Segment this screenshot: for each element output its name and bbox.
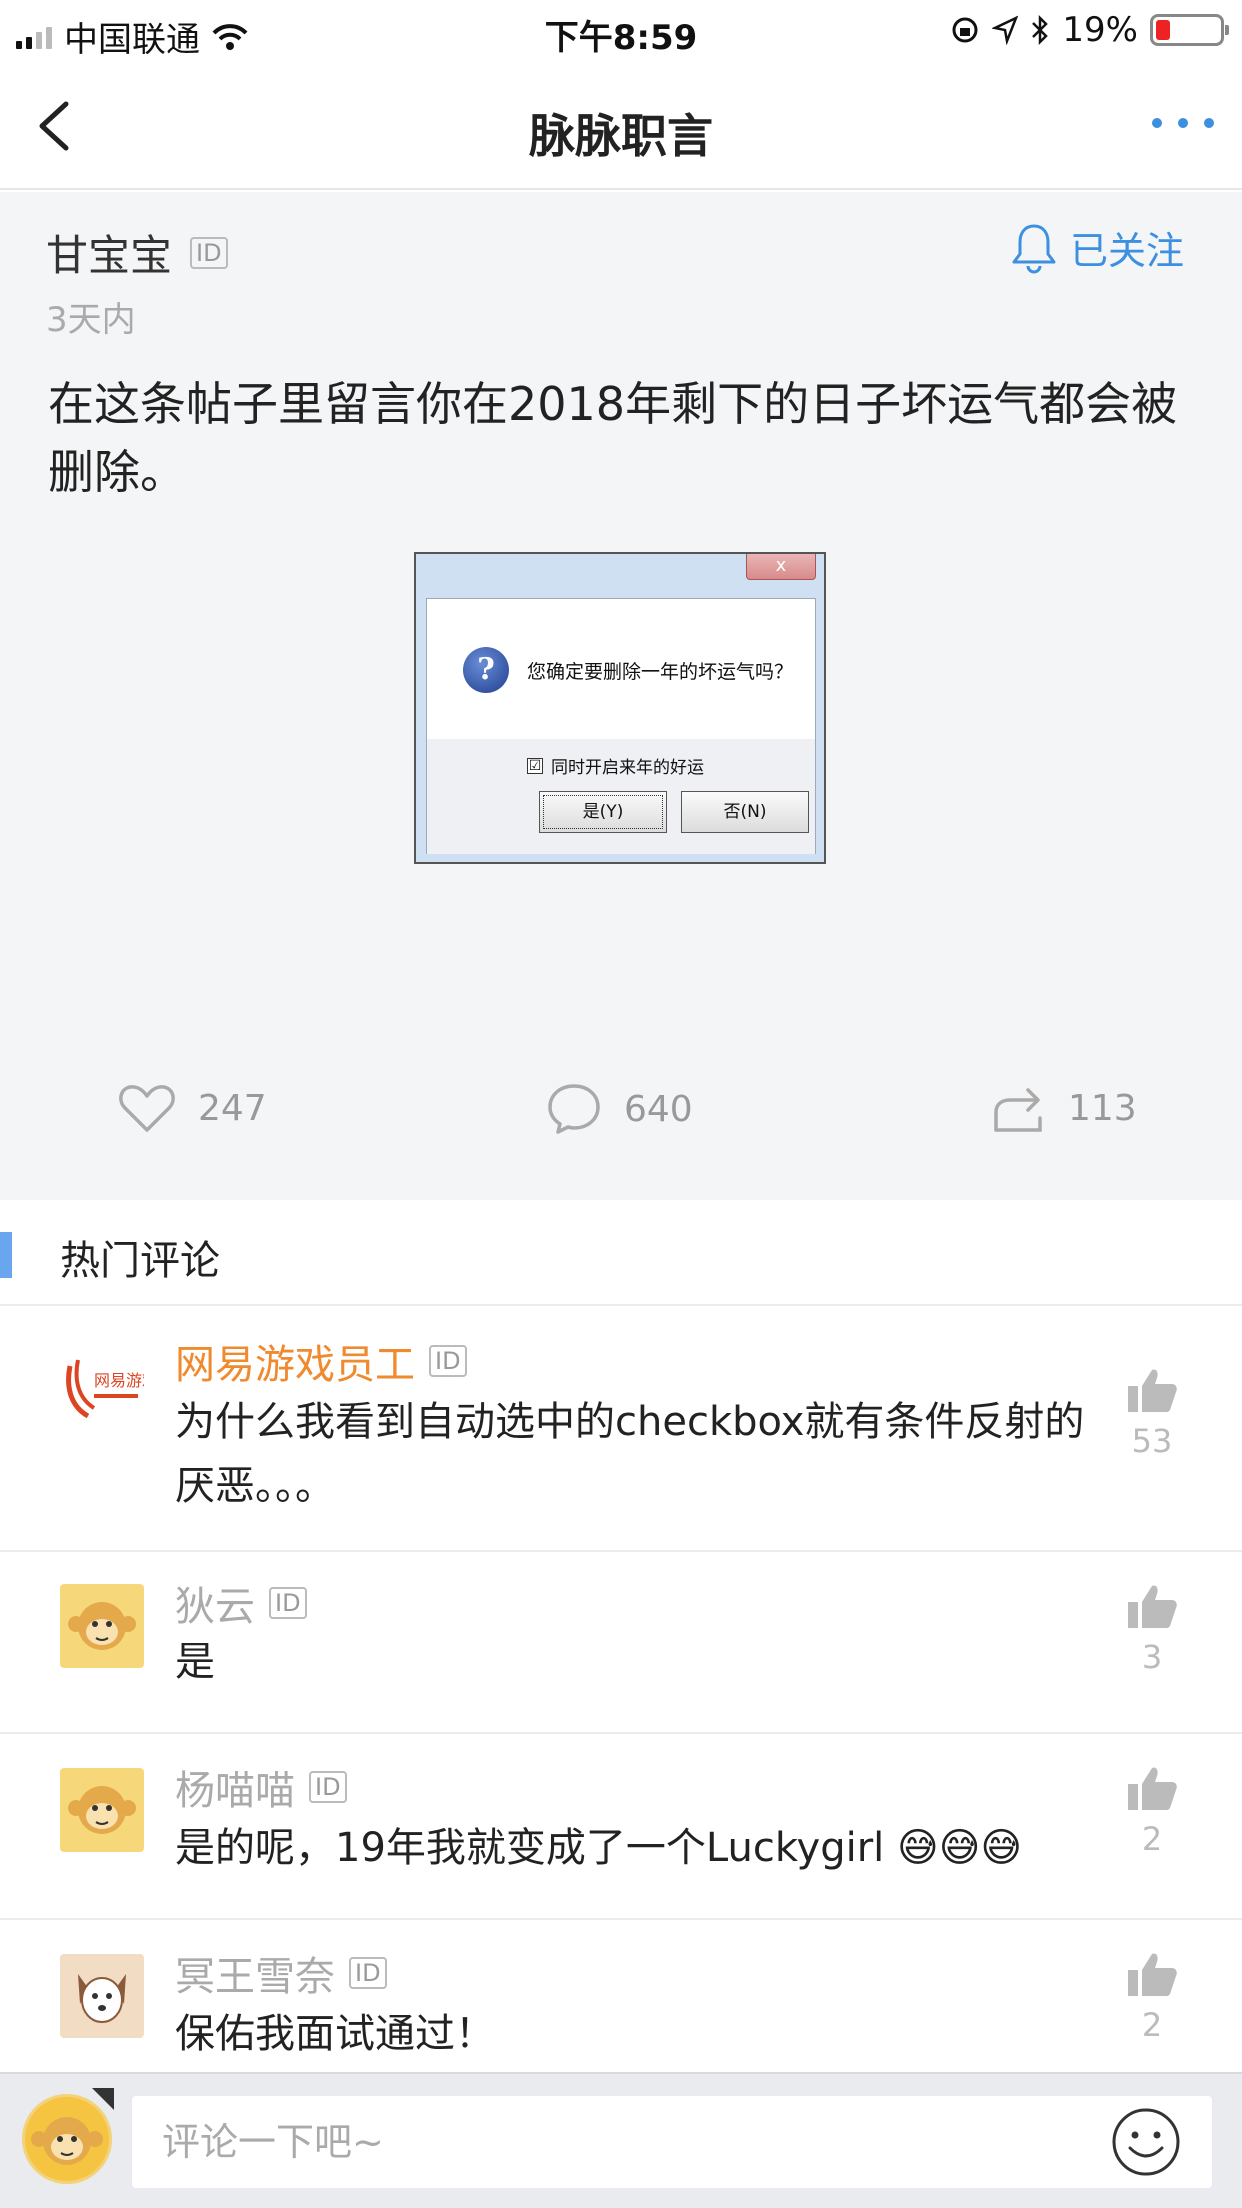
comment-input[interactable]: 评论一下吧~ bbox=[132, 2096, 1212, 2188]
comment-like-count: 3 bbox=[1141, 1638, 1163, 1676]
comment-bubble-icon bbox=[548, 1084, 600, 1134]
post-author[interactable]: 甘宝宝 ID bbox=[46, 222, 228, 283]
smiley-icon[interactable] bbox=[1110, 2106, 1182, 2178]
comment-item[interactable]: 杨喵喵 ID 是的呢，19年我就变成了一个Luckygirl 😅😅😅 2 bbox=[0, 1734, 1242, 1920]
thumbs-up-icon bbox=[1128, 1767, 1177, 1810]
rotation-lock-icon bbox=[952, 17, 978, 43]
id-badge: ID bbox=[349, 1957, 387, 1989]
comment-like-button[interactable]: 2 bbox=[1122, 1764, 1182, 1858]
monkey-avatar[interactable] bbox=[60, 1584, 144, 1668]
battery-icon bbox=[1150, 14, 1229, 46]
post-image[interactable]: x ? 您确定要删除一年的坏运气吗？ ☑ 同时开启来年的好运 是(Y) 否(N) bbox=[414, 552, 826, 864]
share-count: 113 bbox=[1068, 1087, 1137, 1129]
comment-button[interactable]: 640 bbox=[546, 1082, 693, 1136]
share-button[interactable]: 113 bbox=[990, 1082, 1137, 1134]
section-accent-bar bbox=[0, 1232, 12, 1278]
comment-author-name: 狄云 bbox=[175, 1584, 255, 1630]
comment-item[interactable]: 狄云 ID 是 3 bbox=[0, 1552, 1242, 1734]
dog-avatar[interactable] bbox=[60, 1954, 144, 2038]
post-time: 3天内 bbox=[46, 300, 136, 340]
dialog-no-button: 否(N) bbox=[681, 791, 809, 833]
comment-author[interactable]: 网易游戏员工 ID bbox=[175, 1332, 467, 1390]
share-icon bbox=[994, 1088, 1042, 1132]
dialog-footer: ☑ 同时开启来年的好运 是(Y) 否(N) bbox=[427, 739, 815, 854]
page-title: 脉脉职言 bbox=[529, 109, 713, 163]
comment-like-count: 2 bbox=[1141, 2006, 1163, 2044]
avatar-corner-icon bbox=[92, 2088, 114, 2110]
id-badge: ID bbox=[309, 1771, 347, 1803]
comment-like-button[interactable]: 3 bbox=[1122, 1582, 1182, 1676]
follow-label: 已关注 bbox=[1069, 229, 1184, 273]
more-dots-icon[interactable] bbox=[1152, 118, 1214, 128]
author-name[interactable]: 甘宝宝 bbox=[46, 222, 172, 283]
comment-item[interactable]: 冥王雪奈 ID 保佑我面试通过！ 2 bbox=[0, 1920, 1242, 2072]
comment-like-count: 53 bbox=[1131, 1422, 1173, 1460]
like-button[interactable]: 247 bbox=[118, 1082, 267, 1134]
comment-author[interactable]: 冥王雪奈 ID bbox=[175, 1944, 387, 2002]
checkbox-icon: ☑ bbox=[527, 757, 543, 774]
thumbs-up-icon bbox=[1128, 1953, 1177, 1996]
dialog-checkbox: ☑ 同时开启来年的好运 bbox=[527, 753, 704, 778]
hot-comments-header: 热门评论 bbox=[0, 1200, 1242, 1306]
status-bar: 中国联通 下午8:59 19% bbox=[0, 0, 1242, 62]
comment-text: 为什么我看到自动选中的checkbox就有条件反射的厌恶。。。 bbox=[175, 1399, 1085, 1509]
netease-logo-avatar[interactable]: 网易游戏 bbox=[60, 1346, 144, 1430]
battery-percent: 19% bbox=[1062, 10, 1138, 50]
comment-like-button[interactable]: 2 bbox=[1122, 1950, 1182, 2044]
heart-icon bbox=[119, 1085, 175, 1132]
comment-input-bar: 评论一下吧~ bbox=[0, 2072, 1242, 2208]
location-icon bbox=[992, 15, 1019, 45]
checkbox-label: 同时开启来年的好运 bbox=[551, 758, 704, 778]
post-card: 甘宝宝 ID 已关注 3天内 在这条帖子里留言你在2018年剩下的日子坏运气都会… bbox=[0, 192, 1242, 1200]
comment-author[interactable]: 狄云 ID bbox=[175, 1574, 307, 1632]
id-badge: ID bbox=[190, 236, 228, 269]
post-text: 在这条帖子里留言你在2018年剩下的日子坏运气都会被删除。 bbox=[48, 377, 1178, 499]
comment-item[interactable]: 网易游戏 网易游戏员工 ID 为什么我看到自动选中的checkbox就有条件反射… bbox=[0, 1306, 1242, 1552]
comment-count: 640 bbox=[624, 1088, 693, 1130]
bell-icon bbox=[1012, 224, 1056, 273]
avatar-logo-text: 网易游戏 bbox=[94, 1371, 144, 1390]
dialog-yes-button: 是(Y) bbox=[539, 791, 667, 833]
thumbs-up-icon bbox=[1128, 1585, 1177, 1628]
comment-text: 是 bbox=[175, 1639, 215, 1685]
comment-author[interactable]: 杨喵喵 ID bbox=[175, 1758, 347, 1816]
monkey-avatar[interactable] bbox=[60, 1768, 144, 1852]
comment-author-name: 杨喵喵 bbox=[175, 1768, 295, 1814]
dialog-close-icon: x bbox=[746, 554, 816, 580]
comment-like-count: 2 bbox=[1141, 1820, 1163, 1858]
id-badge: ID bbox=[269, 1587, 307, 1619]
comment-text: 是的呢，19年我就变成了一个Luckygirl 😅😅😅 bbox=[175, 1825, 1023, 1871]
like-count: 247 bbox=[198, 1087, 267, 1129]
comment-author-name: 网易游戏员工 bbox=[175, 1342, 415, 1388]
dialog-message: 您确定要删除一年的坏运气吗？ bbox=[527, 661, 794, 683]
comment-like-button[interactable]: 53 bbox=[1122, 1366, 1182, 1460]
follow-button[interactable]: 已关注 bbox=[1010, 220, 1184, 275]
comment-text: 保佑我面试通过！ bbox=[175, 2011, 495, 2057]
dialog-body: ? 您确定要删除一年的坏运气吗？ ☑ 同时开启来年的好运 是(Y) 否(N) bbox=[426, 598, 816, 854]
question-icon: ? bbox=[463, 647, 509, 693]
status-right: 19% bbox=[950, 10, 1229, 50]
comment-author-name: 冥王雪奈 bbox=[175, 1954, 335, 2000]
id-badge: ID bbox=[429, 1345, 467, 1377]
section-title: 热门评论 bbox=[60, 1238, 220, 1284]
post-actions: 247 640 113 bbox=[0, 1082, 1242, 1142]
nav-bar: 脉脉职言 bbox=[0, 62, 1242, 190]
bluetooth-icon bbox=[1032, 14, 1049, 46]
thumbs-up-icon bbox=[1128, 1369, 1177, 1412]
